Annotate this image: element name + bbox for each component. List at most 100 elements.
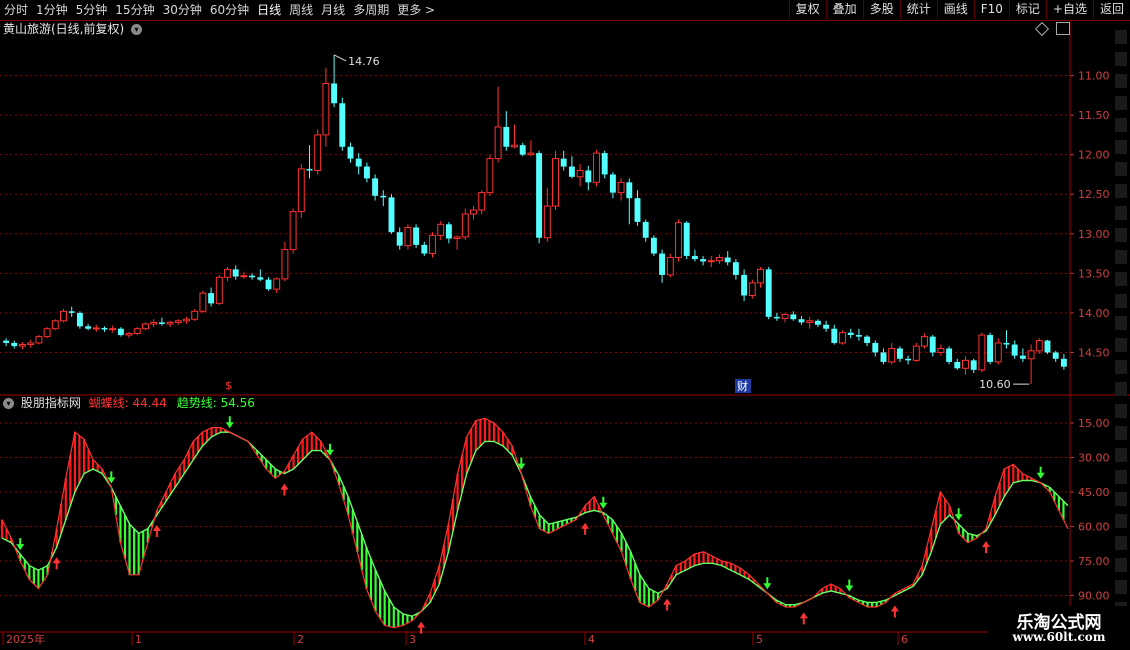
indicator-tick-label: 75.00 [1078,555,1110,568]
candle-body [855,335,862,337]
candle-body [642,221,649,238]
candle-body [60,310,67,322]
candle-body [51,320,59,330]
candle-body [593,152,600,183]
indicator-dropdown-icon[interactable]: ▾ [3,398,14,409]
high-price-label: 14.76 [348,55,380,68]
side-strip-cell [1115,294,1127,308]
candle-body [191,310,199,320]
chart-canvas[interactable]: 14.50 14.00 13.50 13.00 12.50 12.00 11.50 11.00… [0,0,1130,650]
side-strip-cell [1115,382,1127,396]
candle-body [609,174,616,193]
candle-body [798,319,805,323]
candle-body [76,312,83,327]
candle-body [158,322,165,324]
sell-arrow [16,538,25,551]
candle-body [1060,358,1067,367]
candle-body [626,182,633,199]
price-tick-label: 13.00 [1078,228,1110,241]
buy-arrow [663,598,672,611]
stock-title: 黄山旅游(日线,前复权) [3,22,125,36]
candle-body [888,347,896,363]
candle-body [150,321,158,325]
candle-body [265,279,272,290]
candle-body [675,222,682,259]
side-strip-cell [1115,580,1127,594]
candle-body [839,332,846,344]
price-tick-label: 14.00 [1078,307,1110,320]
buy-arrow [799,612,808,625]
side-strip-cell [1115,162,1127,176]
buy-arrow [52,557,61,570]
indicator-tick-label: 30.00 [1078,452,1110,465]
candle-body [11,342,18,347]
xaxis-label: 4 [588,633,595,646]
candle-body [814,320,821,325]
xaxis-label: 5 [756,633,763,646]
candle-body [199,292,207,312]
candle-body [174,320,182,323]
xaxis-label: 2 [297,633,304,646]
buy-arrow [890,605,899,618]
candle-body [85,326,92,329]
candle-body [380,195,387,198]
candle-body [68,311,75,313]
candle-body [478,192,486,211]
candle-body [355,158,362,167]
candle-body [929,336,936,353]
candle-body [937,347,945,353]
sell-arrow [763,577,772,590]
candle-body [117,328,124,336]
candle-body [445,224,452,239]
candle-body [543,205,551,239]
candle-body [1044,340,1051,353]
candle-body [519,145,526,155]
candle-body [19,344,26,347]
candle-body [994,342,1002,363]
candle-body [954,361,961,369]
candle-body [748,282,756,296]
price-panel-header: 黄山旅游(日线,前复权) ▾ [3,21,143,37]
candle-body [921,336,928,347]
candle-body [133,328,141,334]
side-strip-cell [1115,360,1127,374]
candle-body [724,257,731,263]
candle-body [125,332,133,336]
title-dropdown-icon[interactable]: ▾ [131,24,143,35]
buy-arrow [280,483,289,496]
side-strip-cell [1115,492,1127,506]
watermark: 乐淘公式网 www.60lt.com [988,606,1130,650]
candle-body [1035,340,1043,352]
candle-body [314,134,322,171]
candle-body [511,144,518,148]
side-strip-cell [1115,184,1127,198]
candle-body [289,211,297,251]
candle-body [757,268,764,284]
finance-marker: 财 [737,379,748,393]
candle-body [823,324,830,329]
side-strip-cell [1115,30,1127,44]
candle-body [297,168,305,213]
candle-body [142,323,149,330]
price-tick-label: 11.00 [1078,70,1110,83]
candle-body [634,198,641,222]
side-strip-cell [1115,52,1127,66]
side-strip-cell [1115,206,1127,220]
side-strip-cell [1115,470,1127,484]
side-strip-cell [1115,118,1127,132]
candle-body [281,249,289,280]
candle-body [109,328,117,331]
candle-body [208,293,215,304]
candle-body [896,348,903,359]
candle-body [880,352,887,362]
candle-body [404,226,412,247]
candle-body [617,181,625,194]
candle-body [166,321,174,325]
side-strip-cell [1115,514,1127,528]
candle-body [1011,344,1018,356]
candle-body [831,328,838,343]
xaxis-label: 1 [135,633,142,646]
panel-toggle-icon[interactable] [1056,22,1070,35]
side-strip-cell [1115,338,1127,352]
candle-body [847,332,854,336]
